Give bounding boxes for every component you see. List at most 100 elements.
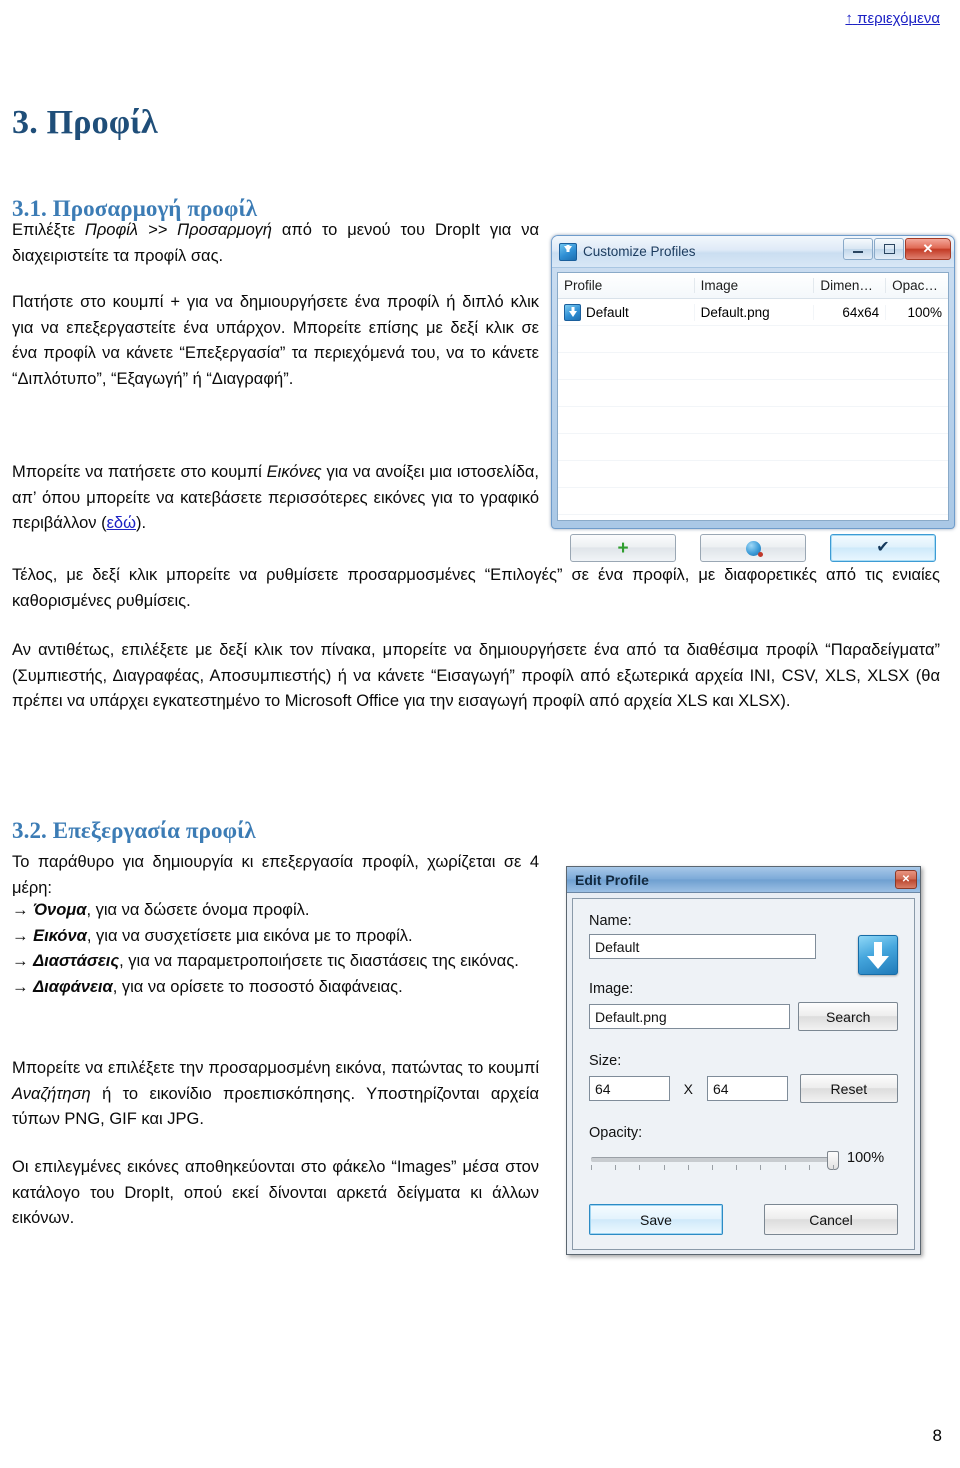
profile-image-preview[interactable] — [858, 935, 898, 975]
profile-icon — [564, 303, 581, 321]
minimize-icon — [853, 251, 863, 253]
profiles-listview: Profile Image Dimen… Opac… Default Defau… — [557, 272, 949, 521]
column-header-image[interactable]: Image — [695, 278, 815, 293]
slider-track — [591, 1157, 834, 1162]
document-page: ↑ περιεχόμενα 3. Προφίλ 3.1. Προσαρμογή … — [0, 0, 960, 1468]
page-title: 3. Προφίλ — [12, 104, 158, 141]
maximize-button[interactable] — [874, 238, 904, 260]
list-item: → Διαστάσεις, για να παραμετροποιήσετε τ… — [12, 949, 539, 975]
cell-image: Default.png — [695, 304, 815, 320]
paragraph-create-profile: Πατήστε στο κουμπί + για να δημιουργήσετ… — [12, 293, 539, 388]
cell-opacity: 100% — [907, 304, 943, 320]
arrow-bullet-icon: → — [12, 977, 29, 996]
paragraph-images: Μπορείτε να πατήσετε στο κουμπί Εικόνες … — [12, 460, 539, 537]
window-titlebar[interactable]: Customize Profiles ✕ — [552, 236, 954, 268]
size-separator-label: X — [683, 1080, 693, 1097]
intro-menu-path: Προφίλ >> Προσαρμογή — [84, 221, 272, 239]
window-title: Customize Profiles — [583, 244, 696, 259]
checkmark-icon: ✔ — [876, 539, 890, 556]
arrow-bullet-icon: → — [12, 952, 29, 970]
close-button[interactable]: ✕ — [895, 870, 917, 889]
list-item: → Διαφάνεια, για να ορίσετε το ποσοστό δ… — [12, 975, 539, 1001]
opacity-slider[interactable]: 100% — [589, 1147, 898, 1177]
table-row-empty[interactable] — [558, 434, 948, 461]
arrow-bullet-icon: → — [12, 901, 29, 919]
images-button-name: Εικόνες — [266, 463, 322, 481]
column-header-opacity[interactable]: Opac… — [886, 278, 948, 293]
paragraph-intro: Επιλέξτε Προφίλ >> Προσαρμογή από το μεν… — [12, 218, 539, 269]
maximize-icon — [883, 244, 895, 254]
listview-header: Profile Image Dimen… Opac… — [558, 273, 948, 299]
window-controls: ✕ — [843, 238, 951, 260]
custom-text-b: ή το εικονίδιο προεπισκόπησης. Υποστηρίζ… — [12, 1084, 539, 1129]
download-images-button[interactable] — [700, 534, 806, 562]
opacity-label: Opacity: — [589, 1125, 643, 1141]
list-item-term: Διαστάσεις — [33, 952, 120, 970]
size-label: Size: — [589, 1053, 622, 1069]
images-text-c: ). — [136, 514, 147, 532]
list-item-term: Όνομα — [33, 901, 87, 919]
list-item: → Εικόνα, για να συσχετίσετε μια εικόνα … — [12, 924, 539, 950]
column-header-dimensions[interactable]: Dimen… — [814, 278, 887, 293]
intro-text-a: Επιλέξτε — [12, 221, 85, 239]
table-row-empty[interactable] — [558, 488, 948, 515]
size-height-input[interactable]: 64 — [707, 1076, 788, 1101]
paragraph-custom-image: Μπορείτε να επιλέξετε την προσαρμοσμένη … — [12, 1056, 539, 1133]
globe-icon — [745, 540, 763, 557]
edit-profile-window: Edit Profile ✕ Name: Default Image: Defa… — [566, 866, 921, 1255]
arrow-bullet-icon: → — [12, 926, 29, 945]
reset-button[interactable]: Reset — [799, 1074, 899, 1103]
minimize-button[interactable] — [843, 238, 873, 260]
size-width-input[interactable]: 64 — [589, 1076, 670, 1101]
here-link[interactable]: εδώ — [107, 514, 136, 532]
close-button[interactable]: ✕ — [905, 238, 951, 260]
column-header-profile[interactable]: Profile — [558, 278, 695, 293]
dropit-app-icon — [559, 242, 577, 261]
window-titlebar[interactable]: Edit Profile ✕ — [567, 867, 920, 893]
save-button[interactable]: Save — [589, 1204, 723, 1235]
listview-rows: Default Default.png 64x64 100% — [558, 299, 948, 520]
list-item-term: Εικόνα — [33, 926, 87, 945]
list-item-rest: , για να ορίσετε το ποσοστό διαφάνειας. — [112, 977, 403, 996]
profile-parts-list: → Όνομα, για να δώσετε όνομα προφίλ. → Ε… — [12, 898, 539, 1000]
search-button[interactable]: Search — [798, 1002, 898, 1031]
plus-icon: + — [617, 537, 629, 559]
table-row-empty[interactable] — [558, 326, 948, 353]
back-to-contents-label: περιεχόμενα — [857, 10, 940, 27]
table-row-empty[interactable] — [558, 353, 948, 380]
edit-profile-form: Name: Default Image: Default.png Search … — [572, 898, 915, 1250]
images-text-a: Μπορείτε να πατήσετε στο κουμπί — [12, 463, 267, 481]
size-row: 64 X 64 Reset — [589, 1074, 899, 1103]
section-heading-3-2: 3.2. Επεξεργασία προφίλ — [12, 818, 256, 843]
name-input[interactable]: Default — [589, 934, 816, 959]
opacity-value: 100% — [847, 1150, 885, 1166]
window-title: Edit Profile — [575, 871, 649, 888]
image-label: Image: — [589, 981, 634, 997]
paragraph-images-folder: Οι επιλεγμένες εικόνες αποθηκεύονται στο… — [12, 1158, 539, 1227]
up-arrow-icon: ↑ — [845, 10, 853, 27]
dialog-buttons: Save Cancel — [589, 1204, 898, 1235]
paragraph-options: Τέλος, με δεξί κλικ μπορείτε να ρυθμίσετ… — [12, 566, 940, 610]
custom-text-a: Μπορείτε να επιλέξετε την προσαρμοσμένη … — [12, 1059, 539, 1077]
window-footer: + ✔ — [552, 526, 954, 570]
table-row[interactable]: Default Default.png 64x64 100% — [558, 299, 948, 326]
cell-profile-label: Default — [586, 304, 629, 320]
cell-dimensions: 64x64 — [814, 304, 887, 320]
list-item-rest: , για να παραμετροποιήσετε τις διαστάσει… — [119, 952, 519, 970]
table-row-empty[interactable] — [558, 407, 948, 434]
image-input[interactable]: Default.png — [589, 1004, 791, 1029]
page-number: 8 — [932, 1426, 942, 1445]
back-to-contents-link[interactable]: ↑ περιεχόμενα — [845, 10, 940, 27]
slider-ticks — [591, 1165, 834, 1172]
search-button-name: Αναζήτηση — [12, 1084, 91, 1103]
table-row-empty[interactable] — [558, 461, 948, 488]
image-row: Default.png Search — [589, 1002, 898, 1031]
list-item-rest: , για να συσχετίσετε μια εικόνα με το πρ… — [86, 926, 413, 945]
add-profile-button[interactable]: + — [570, 534, 676, 562]
list-item-rest: , για να δώσετε όνομα προφίλ. — [86, 901, 310, 919]
confirm-button[interactable]: ✔ — [830, 534, 936, 562]
table-row-empty[interactable] — [558, 380, 948, 407]
list-item-term: Διαφάνεια — [33, 977, 113, 996]
paragraph-import: Αν αντιθέτως, επιλέξετε με δεξί κλικ τον… — [12, 641, 940, 710]
cancel-button[interactable]: Cancel — [764, 1204, 898, 1235]
